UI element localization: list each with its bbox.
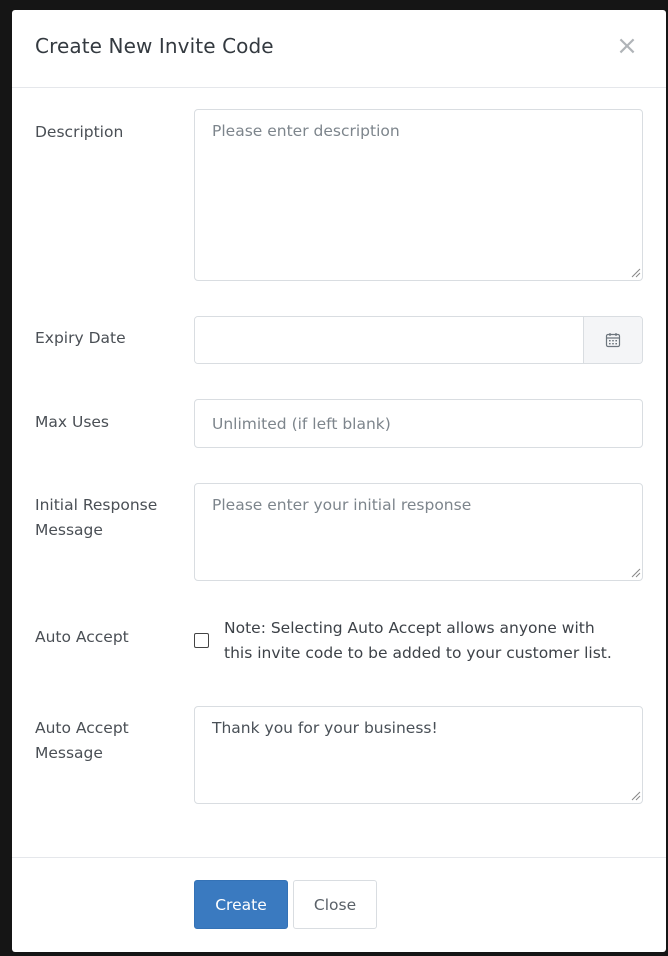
auto-accept-message-label: Auto Accept Message [35,716,129,766]
expiry-date-input[interactable] [195,317,583,363]
initial-response-label: Initial Response Message [35,493,157,543]
auto-accept-note-line1: Note: Selecting Auto Accept allows anyon… [224,619,595,637]
close-icon[interactable]: × [616,33,638,59]
max-uses-input[interactable] [194,399,643,448]
calendar-icon [605,333,621,348]
initial-response-label-line1: Initial Response [35,496,158,514]
description-label: Description [35,123,124,141]
expiry-date-label: Expiry Date [35,329,126,347]
modal-footer: Create Close [12,857,666,952]
auto-accept-note: Note: Selecting Auto Accept allows anyon… [224,616,654,666]
create-invite-code-dialog: Create New Invite Code × Description Exp… [12,10,666,952]
create-button[interactable]: Create [194,880,288,929]
initial-response-label-line2: Message [35,521,103,539]
expiry-date-group [194,316,643,364]
auto-accept-message-label-line1: Auto Accept [35,719,129,737]
auto-accept-checkbox[interactable] [194,633,209,648]
initial-response-textarea[interactable] [194,483,643,581]
max-uses-label: Max Uses [35,413,110,431]
calendar-button[interactable] [583,317,642,363]
modal-title: Create New Invite Code [35,34,274,58]
auto-accept-message-textarea[interactable]: Thank you for your business! [194,706,643,804]
auto-accept-message-label-line2: Message [35,744,103,762]
auto-accept-note-line2: this invite code to be added to your cus… [224,644,612,662]
description-textarea[interactable] [194,109,643,281]
close-button[interactable]: Close [293,880,377,929]
modal-header: Create New Invite Code × [12,10,666,88]
auto-accept-label: Auto Accept [35,628,129,646]
